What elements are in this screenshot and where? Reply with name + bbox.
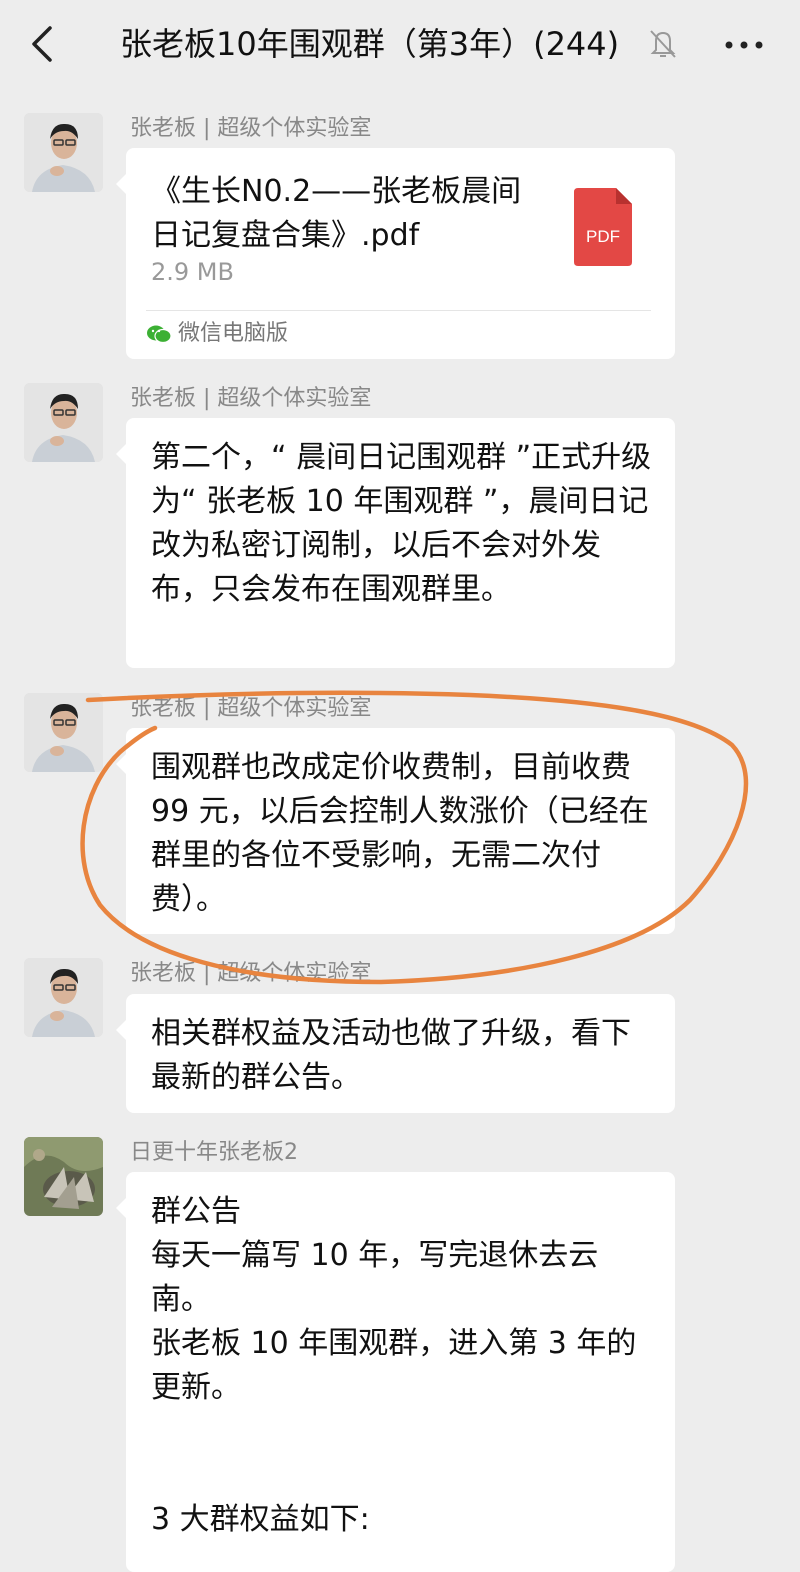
file-message-bubble[interactable]: 《生长N0.2——张老板晨间日记复盘合集》.pdf 2.9 MB PDF 微信电… [116,148,675,359]
sender-name: 张老板 | 超级个体实验室 [130,961,372,986]
avatar[interactable] [24,113,103,192]
avatar[interactable] [24,1137,103,1216]
text-message-bubble[interactable]: 围观群也改成定价收费制，目前收费 99 元，以后会控制人数涨价（已经在群里的各位… [116,728,675,934]
announcement-text: 群公告 每天一篇写 10 年，写完退休去云南。 张老板 10 年围观群，进入第 … [126,1172,675,1542]
bell-off-icon [650,30,676,58]
file-source-label: 微信电脑版 [178,321,289,346]
avatar[interactable] [24,958,103,1037]
avatar[interactable] [24,693,103,772]
text-message-bubble[interactable]: 第二个，“ 晨间日记围观群 ”正式升级为“ 张老板 10 年围观群 ”，晨间日记… [116,418,675,668]
announcement-line: 每天一篇写 10 年，写完退休去云南。 [151,1238,599,1317]
message-text: 围观群也改成定价收费制，目前收费 99 元，以后会控制人数涨价（已经在群里的各位… [151,750,649,917]
text-message-bubble[interactable]: 相关群权益及活动也做了升级，看下最新的群公告。 [116,994,675,1113]
pdf-icon-label: PDF [586,227,620,246]
divider [146,310,651,311]
announcement-line [151,1454,653,1498]
sender-name: 张老板 | 超级个体实验室 [130,386,372,411]
chevron-left-icon[interactable] [24,22,64,66]
wechat-icon [147,325,172,344]
message-text: 相关群权益及活动也做了升级，看下最新的群公告。 [151,1016,631,1095]
announcement-line: 张老板 10 年围观群，进入第 3 年的更新。 [151,1326,637,1405]
sender-name: 日更十年张老板2 [130,1140,298,1165]
pdf-file-icon: PDF [574,188,632,266]
chat-title: 张老板10年围观群（第3年）(244) [120,25,620,63]
file-name: 《生长N0.2——张老板晨间日记复盘合集》.pdf [151,174,522,253]
top-bar: 张老板10年围观群（第3年）(244) [0,0,800,90]
message-text: 第二个，“ 晨间日记围观群 ”正式升级为“ 张老板 10 年围观群 ”，晨间日记… [151,440,652,607]
announcement-line: 3 大群权益如下: [151,1502,370,1537]
sender-name: 张老板 | 超级个体实验室 [130,696,372,721]
announcement-line [151,1410,653,1454]
announcement-bubble[interactable]: 群公告 每天一篇写 10 年，写完退休去云南。 张老板 10 年围观群，进入第 … [116,1172,675,1572]
sender-name: 张老板 | 超级个体实验室 [130,116,372,141]
more-horizontal-icon[interactable] [722,30,766,60]
file-size: 2.9 MB [151,258,234,286]
announcement-line: 群公告 [151,1194,241,1229]
avatar[interactable] [24,383,103,462]
